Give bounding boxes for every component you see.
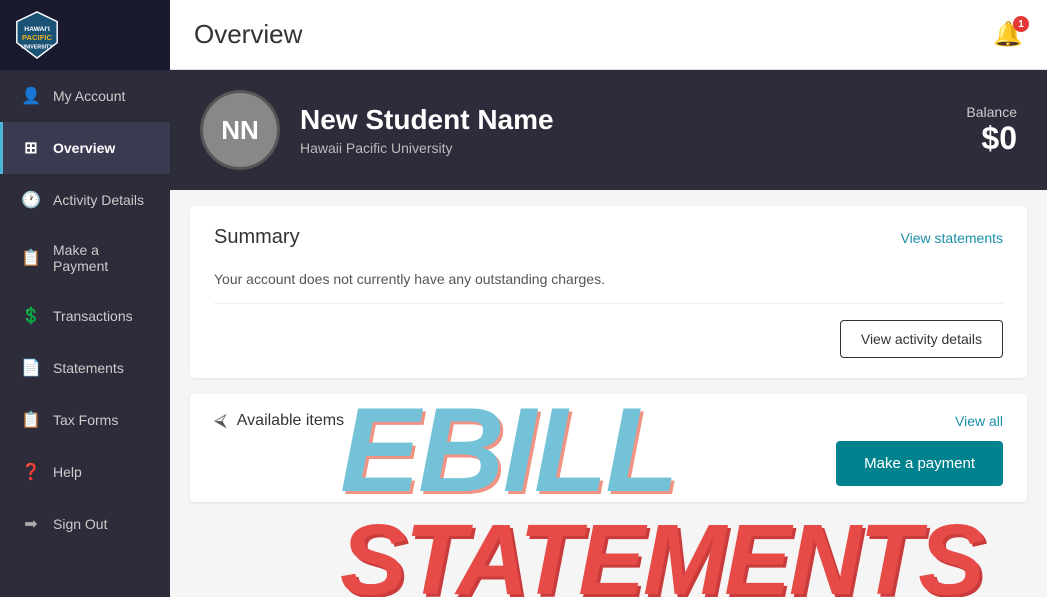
sidebar-item-tax-forms[interactable]: 📋 Tax Forms <box>0 394 170 446</box>
view-all-link[interactable]: View all <box>955 413 1003 429</box>
sidebar-label-tax-forms: Tax Forms <box>53 412 152 428</box>
available-items-section: ⮘ Available items View all Make a paymen… <box>190 394 1027 502</box>
logo: HAWAI'I PACIFIC UNIVERSITY <box>14 10 60 60</box>
cursor-icon: ⮘ <box>214 410 227 431</box>
sidebar-item-activity-details[interactable]: 🕐 Activity Details <box>0 174 170 226</box>
transactions-icon: 💲 <box>21 306 41 326</box>
balance-amount: $0 <box>966 120 1017 157</box>
student-name: New Student Name <box>300 104 946 136</box>
activity-row: View activity details <box>214 320 1003 358</box>
sidebar-label-statements: Statements <box>53 360 152 376</box>
view-statements-link[interactable]: View statements <box>901 230 1003 246</box>
sign-out-icon: ➡ <box>21 514 41 534</box>
sidebar-item-sign-out[interactable]: ➡ Sign Out <box>0 498 170 550</box>
hpu-logo-icon: HAWAI'I PACIFIC UNIVERSITY <box>14 10 60 60</box>
sidebar-label-make-a-payment: Make a Payment <box>53 242 152 274</box>
payment-button-row: Make a payment <box>214 441 1003 486</box>
watermark-statements: STATEMENTS <box>340 510 1040 597</box>
university-name: Hawaii Pacific University <box>300 140 946 156</box>
summary-message: Your account does not currently have any… <box>214 263 1003 304</box>
make-payment-button[interactable]: Make a payment <box>836 441 1003 486</box>
notification-count: 1 <box>1013 16 1029 32</box>
sidebar-label-help: Help <box>53 464 152 480</box>
available-items-label: Available items <box>237 412 344 430</box>
available-items-header: ⮘ Available items View all <box>214 410 1003 431</box>
sidebar-item-make-a-payment[interactable]: 📋 Make a Payment <box>0 226 170 290</box>
sidebar-label-my-account: My Account <box>53 88 152 104</box>
my-account-icon: 👤 <box>21 86 41 106</box>
balance-label: Balance <box>966 104 1017 120</box>
overview-icon: ⊞ <box>21 138 41 158</box>
sidebar-label-overview: Overview <box>53 140 152 156</box>
app-header: HAWAI'I PACIFIC UNIVERSITY Overview 🔔 1 <box>0 0 1047 70</box>
svg-text:PACIFIC: PACIFIC <box>22 32 53 41</box>
sidebar: 👤 My Account ⊞ Overview 🕐 Activity Detai… <box>0 70 170 597</box>
summary-title: Summary <box>214 226 300 249</box>
avatar: NN <box>200 90 280 170</box>
content-area: NN New Student Name Hawaii Pacific Unive… <box>170 70 1047 597</box>
profile-banner: NN New Student Name Hawaii Pacific Unive… <box>170 70 1047 190</box>
notifications-bell[interactable]: 🔔 1 <box>993 20 1023 49</box>
sidebar-label-activity-details: Activity Details <box>53 192 152 208</box>
sidebar-item-help[interactable]: ❓ Help <box>0 446 170 498</box>
make-payment-icon: 📋 <box>21 248 41 268</box>
sidebar-label-transactions: Transactions <box>53 308 152 324</box>
summary-section: Summary View statements Your account doe… <box>190 206 1027 378</box>
view-activity-details-button[interactable]: View activity details <box>840 320 1003 358</box>
sidebar-item-my-account[interactable]: 👤 My Account <box>0 70 170 122</box>
tax-forms-icon: 📋 <box>21 410 41 430</box>
balance-area: Balance $0 <box>966 104 1017 157</box>
sidebar-item-transactions[interactable]: 💲 Transactions <box>0 290 170 342</box>
main-layout: 👤 My Account ⊞ Overview 🕐 Activity Detai… <box>0 70 1047 597</box>
profile-info: New Student Name Hawaii Pacific Universi… <box>300 104 946 156</box>
help-icon: ❓ <box>21 462 41 482</box>
sidebar-item-overview[interactable]: ⊞ Overview <box>0 122 170 174</box>
statements-icon: 📄 <box>21 358 41 378</box>
available-items-title: ⮘ Available items <box>214 410 344 431</box>
svg-text:UNIVERSITY: UNIVERSITY <box>21 44 53 50</box>
sidebar-item-statements[interactable]: 📄 Statements <box>0 342 170 394</box>
sidebar-label-sign-out: Sign Out <box>53 516 152 532</box>
logo-area: HAWAI'I PACIFIC UNIVERSITY <box>0 0 170 70</box>
activity-details-icon: 🕐 <box>21 190 41 210</box>
summary-header: Summary View statements <box>214 226 1003 249</box>
page-title: Overview <box>194 19 993 50</box>
